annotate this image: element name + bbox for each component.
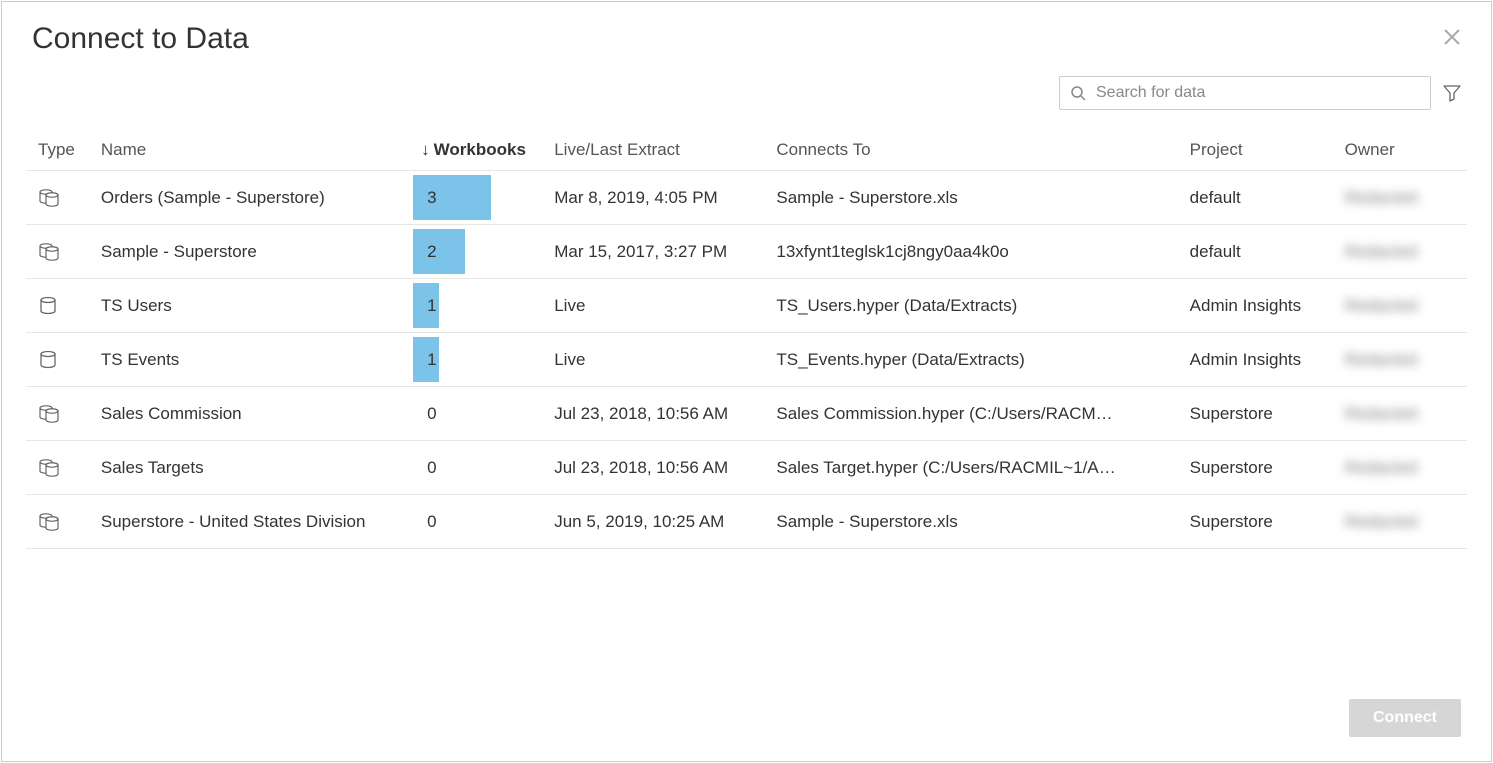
workbooks-cell: 0	[409, 387, 542, 441]
workbooks-cell: 2	[409, 225, 542, 279]
datasource-name: TS Events	[89, 333, 409, 387]
table-row[interactable]: Superstore - United States Division 0 Jun …	[26, 495, 1467, 549]
owner: Redacted	[1333, 279, 1467, 333]
workbooks-cell: 0	[409, 495, 542, 549]
toolbar	[2, 66, 1491, 130]
project: Superstore	[1178, 495, 1333, 549]
connects-to: Sales Target.hyper (C:/Users/RACMIL~1/A…	[764, 441, 1177, 495]
connects-to: TS_Users.hyper (Data/Extracts)	[764, 279, 1177, 333]
col-header-owner[interactable]: Owner	[1333, 130, 1467, 171]
live-last-extract: Mar 15, 2017, 3:27 PM	[542, 225, 764, 279]
datasource-name: Sales Commission	[89, 387, 409, 441]
workbooks-count: 3	[421, 188, 436, 207]
project: default	[1178, 225, 1333, 279]
owner: Redacted	[1333, 225, 1467, 279]
search-input[interactable]	[1094, 83, 1420, 103]
live-last-extract: Jul 23, 2018, 10:56 AM	[542, 387, 764, 441]
col-header-connects[interactable]: Connects To	[764, 130, 1177, 171]
workbooks-count: 1	[421, 296, 436, 315]
datasource-type-icon	[26, 333, 89, 387]
project: default	[1178, 171, 1333, 225]
col-header-live[interactable]: Live/Last Extract	[542, 130, 764, 171]
datasource-type-icon	[26, 225, 89, 279]
datasource-type-icon	[26, 171, 89, 225]
workbooks-count: 0	[421, 512, 436, 531]
connect-button[interactable]: Connect	[1349, 699, 1461, 737]
workbooks-count: 0	[421, 404, 436, 423]
datasource-type-icon	[26, 387, 89, 441]
live-last-extract: Jun 5, 2019, 10:25 AM	[542, 495, 764, 549]
col-header-workbooks-label: Workbooks	[434, 140, 526, 159]
col-header-name[interactable]: Name	[89, 130, 409, 171]
close-button[interactable]	[1443, 27, 1461, 51]
connects-to: 13xfynt1teglsk1cj8ngy0aa4k0o	[764, 225, 1177, 279]
table-row[interactable]: Sample - Superstore 2 Mar 15, 2017, 3:27 P…	[26, 225, 1467, 279]
datasource-type-icon	[26, 441, 89, 495]
connect-to-data-dialog: Connect to Data Type Name ↓Workbooks	[1, 1, 1492, 762]
owner: Redacted	[1333, 333, 1467, 387]
workbooks-cell: 3	[409, 171, 542, 225]
col-header-type[interactable]: Type	[26, 130, 89, 171]
datasource-type-icon	[26, 495, 89, 549]
filter-icon[interactable]	[1443, 84, 1461, 102]
data-sources-table-wrap: Type Name ↓Workbooks Live/Last Extract C…	[2, 130, 1491, 683]
workbooks-count: 2	[421, 242, 436, 261]
close-icon	[1443, 28, 1461, 46]
workbooks-cell: 0	[409, 441, 542, 495]
table-header-row: Type Name ↓Workbooks Live/Last Extract C…	[26, 130, 1467, 171]
col-header-project[interactable]: Project	[1178, 130, 1333, 171]
datasource-name: TS Users	[89, 279, 409, 333]
workbooks-cell: 1	[409, 279, 542, 333]
table-row[interactable]: TS Events 1 LiveTS_Events.hyper (Data/Extr…	[26, 333, 1467, 387]
workbooks-count: 0	[421, 458, 436, 477]
table-row[interactable]: Sales Targets 0 Jul 23, 2018, 10:56 AMSale…	[26, 441, 1467, 495]
workbooks-count: 1	[421, 350, 436, 369]
connects-to: Sample - Superstore.xls	[764, 495, 1177, 549]
live-last-extract: Live	[542, 279, 764, 333]
datasource-name: Sample - Superstore	[89, 225, 409, 279]
live-last-extract: Jul 23, 2018, 10:56 AM	[542, 441, 764, 495]
sort-descending-icon: ↓	[421, 140, 430, 159]
owner: Redacted	[1333, 387, 1467, 441]
col-header-workbooks[interactable]: ↓Workbooks	[409, 130, 542, 171]
dialog-header: Connect to Data	[2, 2, 1491, 66]
datasource-name: Orders (Sample - Superstore)	[89, 171, 409, 225]
project: Superstore	[1178, 387, 1333, 441]
table-row[interactable]: Orders (Sample - Superstore) 3 Mar 8, 2019…	[26, 171, 1467, 225]
table-row[interactable]: Sales Commission0Jul 23, 2018, 10:56 AMS…	[26, 387, 1467, 441]
connects-to: Sample - Superstore.xls	[764, 171, 1177, 225]
datasource-name: Sales Targets	[89, 441, 409, 495]
dialog-title: Connect to Data	[32, 22, 249, 56]
owner: Redacted	[1333, 441, 1467, 495]
owner: Redacted	[1333, 495, 1467, 549]
project: Admin Insights	[1178, 333, 1333, 387]
table-row[interactable]: TS Users 1 LiveTS_Users.hyper (Data/Extrac…	[26, 279, 1467, 333]
connects-to: TS_Events.hyper (Data/Extracts)	[764, 333, 1177, 387]
workbooks-cell: 1	[409, 333, 542, 387]
data-sources-table: Type Name ↓Workbooks Live/Last Extract C…	[26, 130, 1467, 549]
dialog-footer: Connect	[2, 683, 1491, 761]
live-last-extract: Live	[542, 333, 764, 387]
project: Superstore	[1178, 441, 1333, 495]
datasource-type-icon	[26, 279, 89, 333]
connects-to: Sales Commission.hyper (C:/Users/RACM…	[764, 387, 1177, 441]
owner: Redacted	[1333, 171, 1467, 225]
live-last-extract: Mar 8, 2019, 4:05 PM	[542, 171, 764, 225]
search-icon	[1070, 85, 1086, 101]
datasource-name: Superstore - United States Division	[89, 495, 409, 549]
search-box[interactable]	[1059, 76, 1431, 110]
project: Admin Insights	[1178, 279, 1333, 333]
